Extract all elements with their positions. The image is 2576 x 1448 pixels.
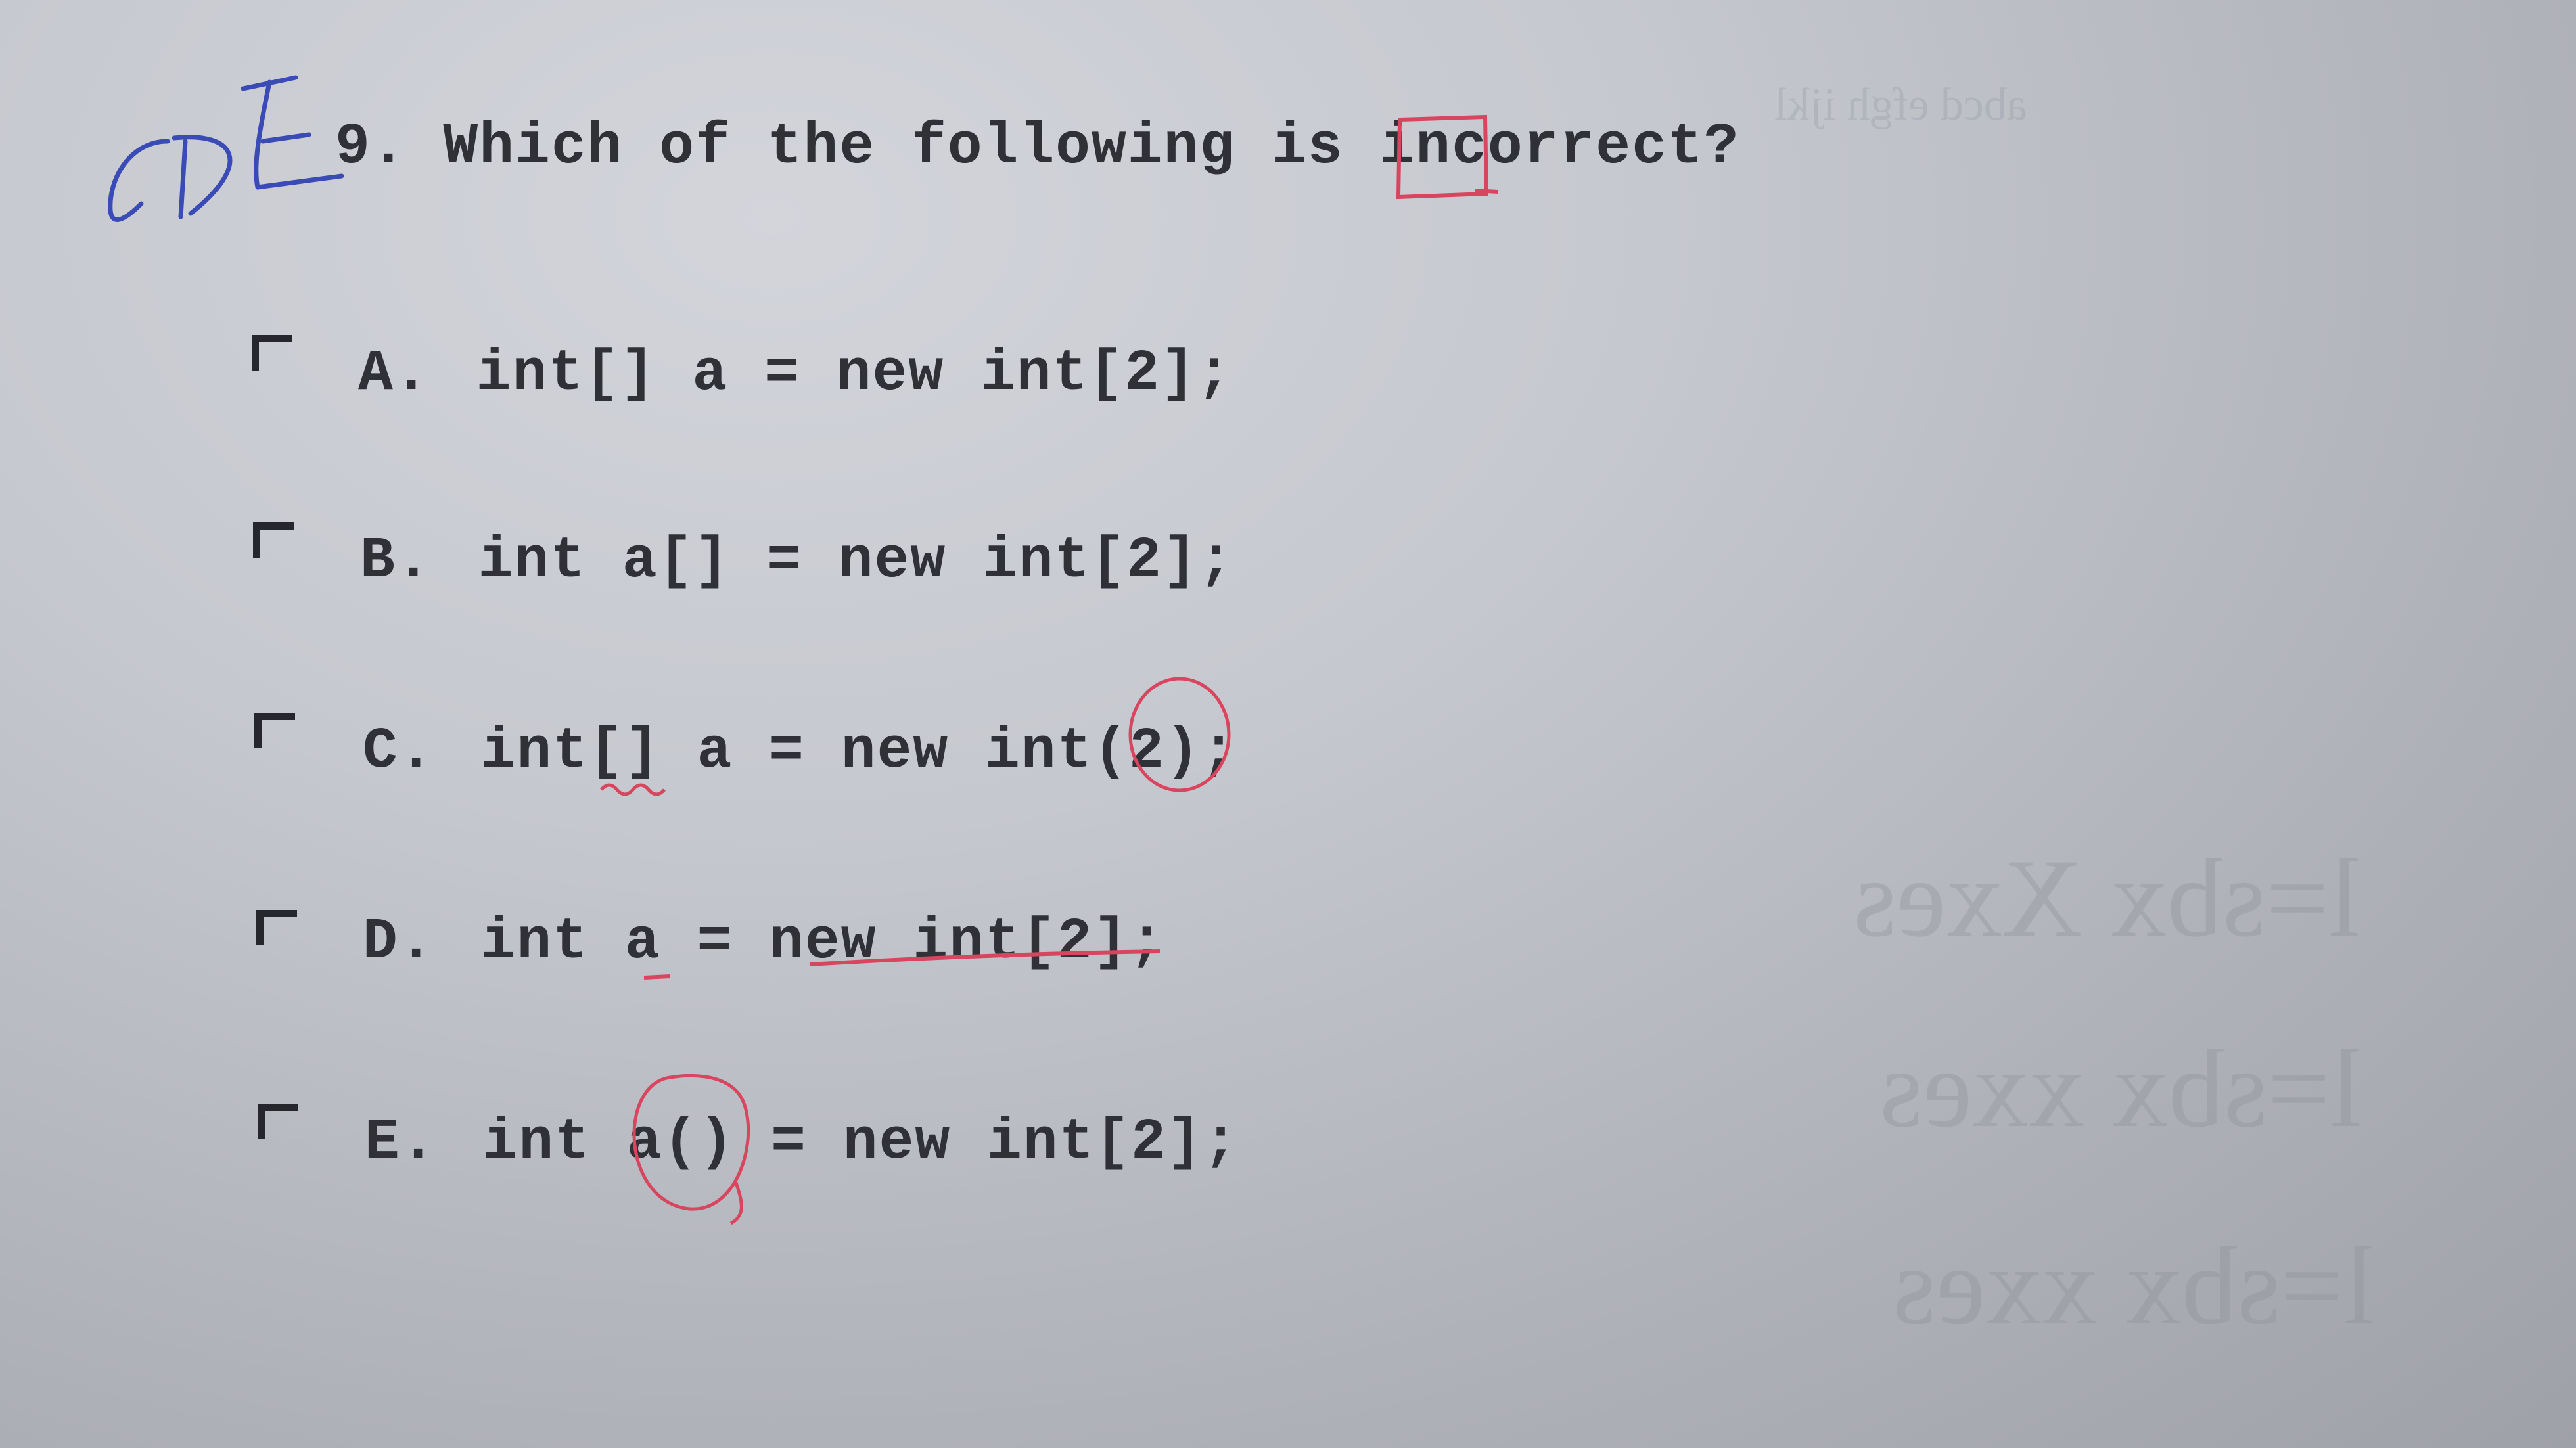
option-letter: E.: [365, 1110, 437, 1175]
bleed-through-text: l=sbx xxes: [1893, 1224, 2375, 1347]
option-letter: D.: [363, 910, 435, 975]
option-code: int[] a = new int(2);: [480, 719, 1237, 784]
bleed-through-text: l=sbx xxes: [1879, 1027, 2362, 1150]
red-squiggle-c: [600, 783, 666, 796]
red-underline-d-a: [643, 974, 671, 980]
bleed-through-text: abcd efgh ijkl: [1774, 79, 2027, 130]
bleed-through-text: l=sbx Xxes: [1853, 836, 2360, 960]
option-code: int[] a = new int[2];: [476, 342, 1233, 407]
option-letter: C.: [363, 719, 435, 784]
option-a: A. int[] a = new int[2];: [358, 342, 1233, 407]
option-b: B. int a[] = new int[2];: [360, 529, 1235, 594]
option-c: C. int[] a = new int(2);: [363, 719, 1237, 784]
option-code: int a() = new int[2];: [482, 1110, 1239, 1175]
checkbox-option-b[interactable]: [253, 522, 294, 558]
checkbox-option-e[interactable]: [258, 1104, 298, 1139]
option-code: int a[] = new int[2];: [478, 529, 1235, 594]
checkbox-option-d[interactable]: [256, 910, 297, 945]
scanned-quiz-page: l=sbx Xxes l=sbx xxes l=sbx xxes abcd ef…: [0, 0, 2576, 1448]
checkbox-option-a[interactable]: [252, 335, 292, 371]
option-letter: B.: [360, 529, 432, 594]
option-e: E. int a() = new int[2];: [365, 1110, 1239, 1175]
question-text: 9. Which of the following is incorrect?: [335, 115, 1740, 180]
handwritten-answer-cde: [108, 75, 344, 222]
option-code: int a = new int[2];: [480, 910, 1165, 975]
option-letter: A.: [358, 342, 430, 407]
checkbox-option-c[interactable]: [254, 713, 295, 748]
option-d: D. int a = new int[2];: [363, 910, 1165, 975]
